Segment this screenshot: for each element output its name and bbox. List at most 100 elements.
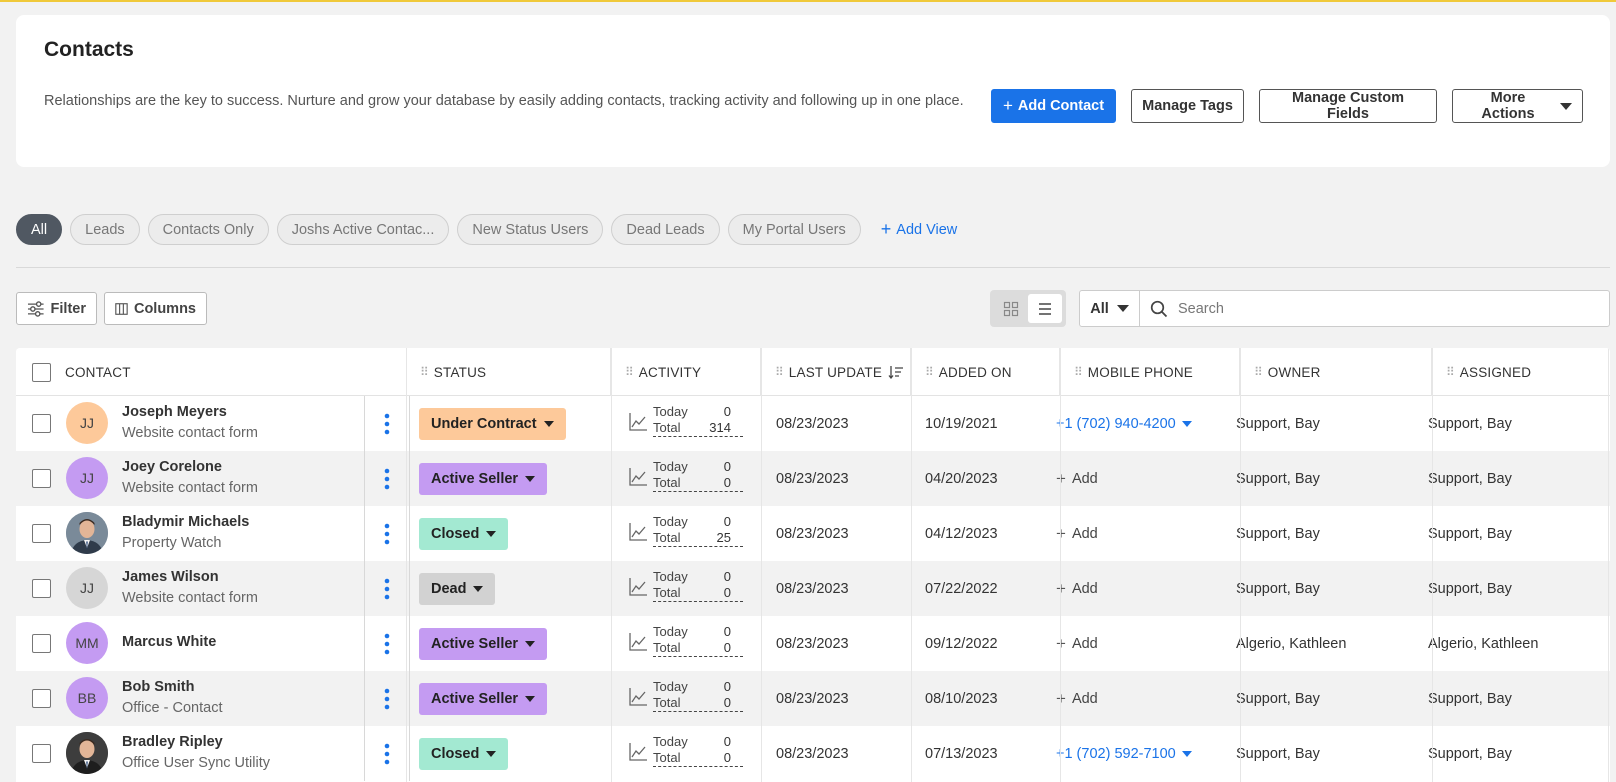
manage-custom-fields-button[interactable]: Manage Custom Fields [1259, 89, 1437, 123]
owner-cell[interactable]: Support, Bay [1236, 451, 1320, 506]
assigned-cell[interactable]: Support, Bay [1428, 561, 1512, 616]
activity-chart-icon[interactable] [628, 467, 648, 492]
assigned-cell[interactable]: Algerio, Kathleen [1428, 616, 1538, 671]
row-checkbox[interactable] [32, 744, 51, 763]
owner-cell[interactable]: Support, Bay [1236, 396, 1320, 451]
status-dropdown[interactable]: Dead [419, 573, 496, 605]
activity-chart-icon[interactable] [628, 632, 648, 657]
drag-handle-icon[interactable]: ⠿ [1446, 365, 1455, 379]
columns-button[interactable]: Columns [104, 292, 207, 325]
table-row[interactable]: JJ James Wilson Website contact form Dead To… [16, 561, 1610, 616]
search-input[interactable] [1178, 300, 1598, 317]
contact-name[interactable]: Bradley Ripley [122, 734, 223, 750]
table-row[interactable]: JJ Joey Corelone Website contact form Activ… [16, 451, 1610, 506]
add-phone-link[interactable]: +Add [1056, 579, 1098, 599]
contact-name[interactable]: Marcus White [122, 634, 216, 650]
add-phone-link[interactable]: +Add [1056, 689, 1098, 709]
row-actions-button[interactable] [364, 451, 410, 506]
add-phone-link[interactable]: +Add [1056, 634, 1098, 654]
avatar[interactable]: MM [66, 622, 108, 664]
activity-total-count[interactable]: 0 [724, 475, 731, 491]
assigned-cell[interactable]: Support, Bay [1428, 451, 1512, 506]
row-checkbox[interactable] [32, 634, 51, 653]
activity-chart-icon[interactable] [628, 577, 648, 602]
select-all-checkbox[interactable] [32, 362, 51, 382]
view-pill-my-portal-users[interactable]: My Portal Users [727, 214, 861, 245]
column-header-owner[interactable]: ⠿ OWNER [1240, 348, 1432, 396]
filter-button[interactable]: Filter [16, 292, 97, 325]
column-header-last-update[interactable]: ⠿ LAST UPDATE [761, 348, 911, 396]
assigned-cell[interactable]: Support, Bay [1428, 671, 1512, 726]
table-row[interactable]: MM Marcus White Active Seller Today 0 Total 0 0… [16, 616, 1610, 671]
row-actions-button[interactable] [364, 671, 410, 726]
activity-total-count[interactable]: 25 [717, 530, 731, 546]
row-checkbox[interactable] [32, 579, 51, 598]
table-row[interactable]: Bradley Ripley Office User Sync Utility Cl… [16, 726, 1610, 781]
status-dropdown[interactable]: Active Seller [419, 628, 548, 660]
status-dropdown[interactable]: Under Contract [419, 408, 566, 440]
activity-chart-icon[interactable] [628, 742, 648, 767]
add-contact-button[interactable]: + Add Contact [991, 89, 1116, 123]
avatar[interactable]: JJ [66, 402, 108, 444]
view-pill-all[interactable]: All [16, 214, 63, 245]
row-actions-button[interactable] [364, 396, 410, 451]
assigned-cell[interactable]: Support, Bay [1428, 506, 1512, 561]
owner-cell[interactable]: Support, Bay [1236, 506, 1320, 561]
avatar[interactable] [66, 732, 108, 774]
column-header-added-on[interactable]: ⠿ ADDED ON [911, 348, 1060, 396]
row-checkbox[interactable] [32, 469, 51, 488]
assigned-cell[interactable]: Support, Bay [1428, 396, 1512, 451]
list-view-button[interactable] [1028, 294, 1062, 323]
table-row[interactable]: JJ Joseph Meyers Website contact form Under… [16, 396, 1610, 451]
activity-total-count[interactable]: 0 [724, 640, 731, 656]
owner-cell[interactable]: Support, Bay [1236, 726, 1320, 781]
status-dropdown[interactable]: Active Seller [419, 683, 548, 715]
more-actions-button[interactable]: More Actions [1452, 89, 1583, 123]
manage-tags-button[interactable]: Manage Tags [1131, 89, 1244, 123]
contact-name[interactable]: Joey Corelone [122, 459, 222, 475]
table-row[interactable]: Bladymir Michaels Property Watch Closed Tod… [16, 506, 1610, 561]
add-view-link[interactable]: + Add View [881, 219, 958, 240]
assigned-cell[interactable]: Support, Bay [1428, 726, 1512, 781]
grid-view-button[interactable] [994, 294, 1028, 323]
view-pill-joshs-active-contacts[interactable]: Joshs Active Contac... [276, 214, 450, 245]
contact-name[interactable]: Joseph Meyers [122, 404, 227, 420]
contact-name[interactable]: Bob Smith [122, 679, 195, 695]
phone-link[interactable]: +1 (702) 592-7100 [1056, 746, 1192, 762]
drag-handle-icon[interactable]: ⠿ [1074, 365, 1083, 379]
row-checkbox[interactable] [32, 414, 51, 433]
status-dropdown[interactable]: Active Seller [419, 463, 548, 495]
activity-chart-icon[interactable] [628, 412, 648, 437]
activity-total-count[interactable]: 314 [709, 420, 731, 436]
row-checkbox[interactable] [32, 689, 51, 708]
status-dropdown[interactable]: Closed [419, 518, 509, 550]
owner-cell[interactable]: Algerio, Kathleen [1236, 616, 1346, 671]
contact-name[interactable]: Bladymir Michaels [122, 514, 249, 530]
drag-handle-icon[interactable]: ⠿ [420, 365, 429, 379]
table-row[interactable]: BB Bob Smith Office - Contact Active Seller… [16, 671, 1610, 726]
drag-handle-icon[interactable]: ⠿ [775, 365, 784, 379]
activity-total-count[interactable]: 0 [724, 585, 731, 601]
column-header-assigned[interactable]: ⠿ ASSIGNED [1432, 348, 1610, 396]
activity-chart-icon[interactable] [628, 522, 648, 547]
row-actions-button[interactable] [364, 726, 410, 781]
row-actions-button[interactable] [364, 561, 410, 616]
activity-total-count[interactable]: 0 [724, 750, 731, 766]
avatar[interactable]: JJ [66, 567, 108, 609]
sort-descending-icon[interactable] [888, 365, 904, 379]
view-pill-leads[interactable]: Leads [70, 214, 140, 245]
column-header-contact[interactable]: CONTACT [16, 348, 406, 396]
column-header-status[interactable]: ⠿ STATUS [406, 348, 611, 396]
avatar[interactable]: BB [66, 677, 108, 719]
view-pill-dead-leads[interactable]: Dead Leads [611, 214, 720, 245]
drag-handle-icon[interactable]: ⠿ [1254, 365, 1263, 379]
avatar[interactable] [66, 512, 108, 554]
view-pill-new-status-users[interactable]: New Status Users [457, 214, 604, 245]
drag-handle-icon[interactable]: ⠿ [625, 365, 634, 379]
phone-link[interactable]: +1 (702) 940-4200 [1056, 416, 1192, 432]
search-scope-dropdown[interactable]: All [1080, 291, 1140, 326]
column-header-activity[interactable]: ⠿ ACTIVITY [611, 348, 761, 396]
contact-name[interactable]: James Wilson [122, 569, 219, 585]
owner-cell[interactable]: Support, Bay [1236, 561, 1320, 616]
row-actions-button[interactable] [364, 616, 410, 671]
